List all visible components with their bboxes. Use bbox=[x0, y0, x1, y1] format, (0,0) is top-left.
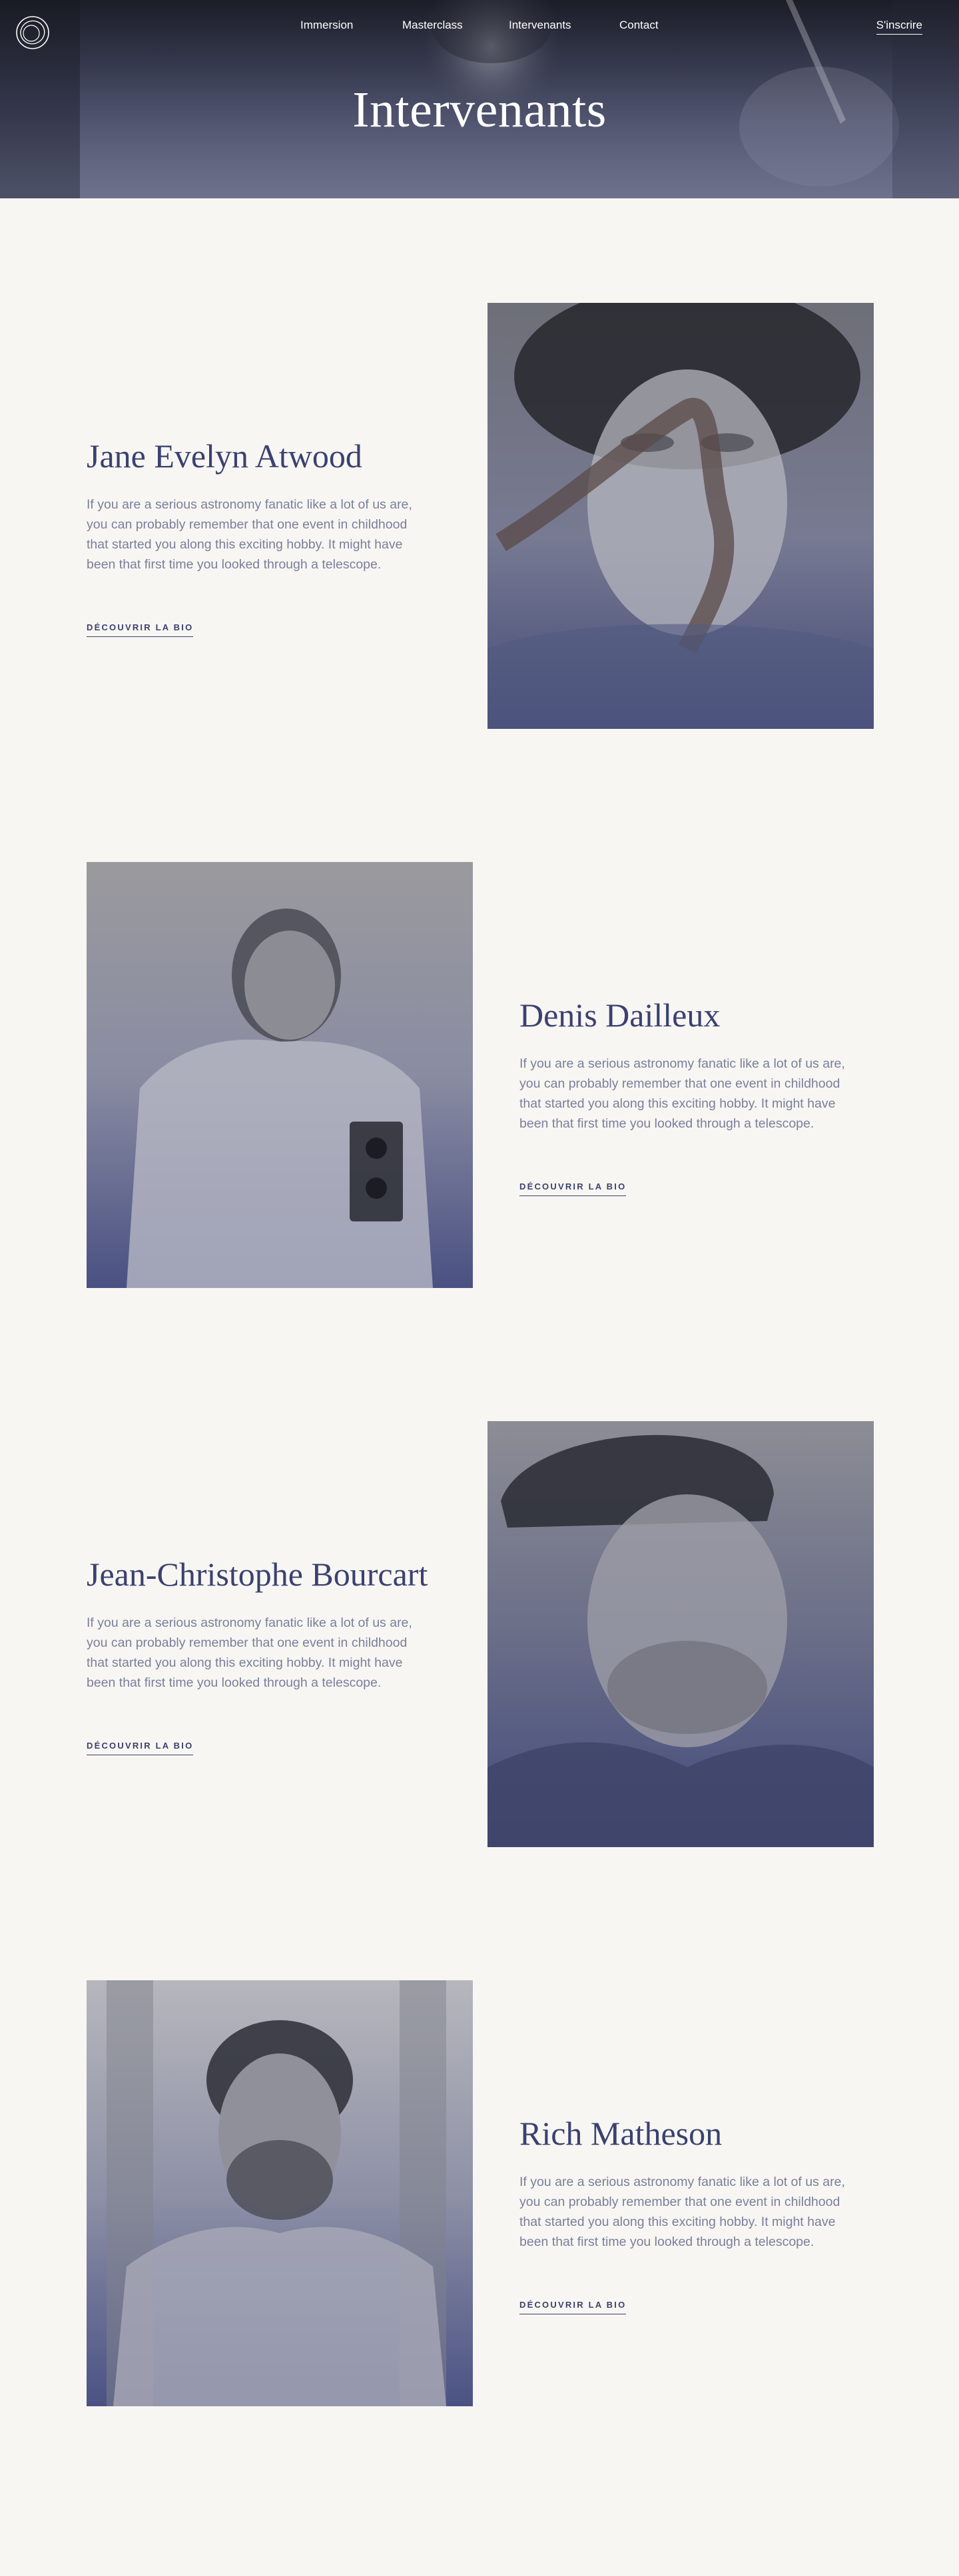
speaker-info: Denis Dailleux If you are a serious astr… bbox=[519, 995, 866, 1196]
speaker-name: Rich Matheson bbox=[519, 2115, 723, 2152]
main-nav: Immersion Masterclass Intervenants Conta… bbox=[0, 19, 959, 35]
speaker-bio: If you are a serious astronomy fanatic l… bbox=[519, 2175, 845, 2249]
speaker-info: Jane Evelyn Atwood If you are a serious … bbox=[87, 436, 433, 637]
speaker-bio: If you are a serious astronomy fanatic l… bbox=[87, 1615, 412, 1690]
nav-link-immersion[interactable]: Immersion bbox=[300, 19, 353, 32]
speaker-name: Jane Evelyn Atwood bbox=[87, 437, 362, 475]
bio-link-button[interactable]: DÉCOUVRIR LA BIO bbox=[519, 1181, 627, 1196]
speaker-name: Denis Dailleux bbox=[519, 996, 721, 1034]
speaker-photo bbox=[87, 862, 473, 1288]
bio-link-button[interactable]: DÉCOUVRIR LA BIO bbox=[87, 1741, 194, 1755]
nav-link-intervenants[interactable]: Intervenants bbox=[509, 19, 571, 32]
speaker-info: Rich Matheson If you are a serious astro… bbox=[519, 2113, 866, 2314]
speaker-photo bbox=[487, 1421, 874, 1847]
speaker-card: Jane Evelyn Atwood If you are a serious … bbox=[0, 303, 959, 729]
speaker-photo bbox=[87, 1980, 473, 2406]
speaker-card: Denis Dailleux If you are a serious astr… bbox=[0, 862, 959, 1288]
speaker-card: Jean-Christophe Bourcart If you are a se… bbox=[0, 1421, 959, 1847]
nav-link-masterclass[interactable]: Masterclass bbox=[402, 19, 463, 32]
page-title: Intervenants bbox=[352, 82, 607, 138]
nav-link-contact[interactable]: Contact bbox=[619, 19, 659, 32]
speaker-info: Jean-Christophe Bourcart If you are a se… bbox=[87, 1554, 433, 1755]
bio-link-button[interactable]: DÉCOUVRIR LA BIO bbox=[87, 622, 194, 637]
signup-link[interactable]: S'inscrire bbox=[876, 19, 922, 35]
speaker-name: Jean-Christophe Bourcart bbox=[87, 1556, 428, 1593]
speaker-card: Rich Matheson If you are a serious astro… bbox=[0, 1980, 959, 2406]
bio-link-button[interactable]: DÉCOUVRIR LA BIO bbox=[519, 2300, 627, 2314]
speaker-bio: If you are a serious astronomy fanatic l… bbox=[519, 1056, 845, 1131]
speaker-photo bbox=[487, 303, 874, 729]
speaker-bio: If you are a serious astronomy fanatic l… bbox=[87, 497, 412, 572]
hero-header: Immersion Masterclass Intervenants Conta… bbox=[0, 0, 959, 198]
